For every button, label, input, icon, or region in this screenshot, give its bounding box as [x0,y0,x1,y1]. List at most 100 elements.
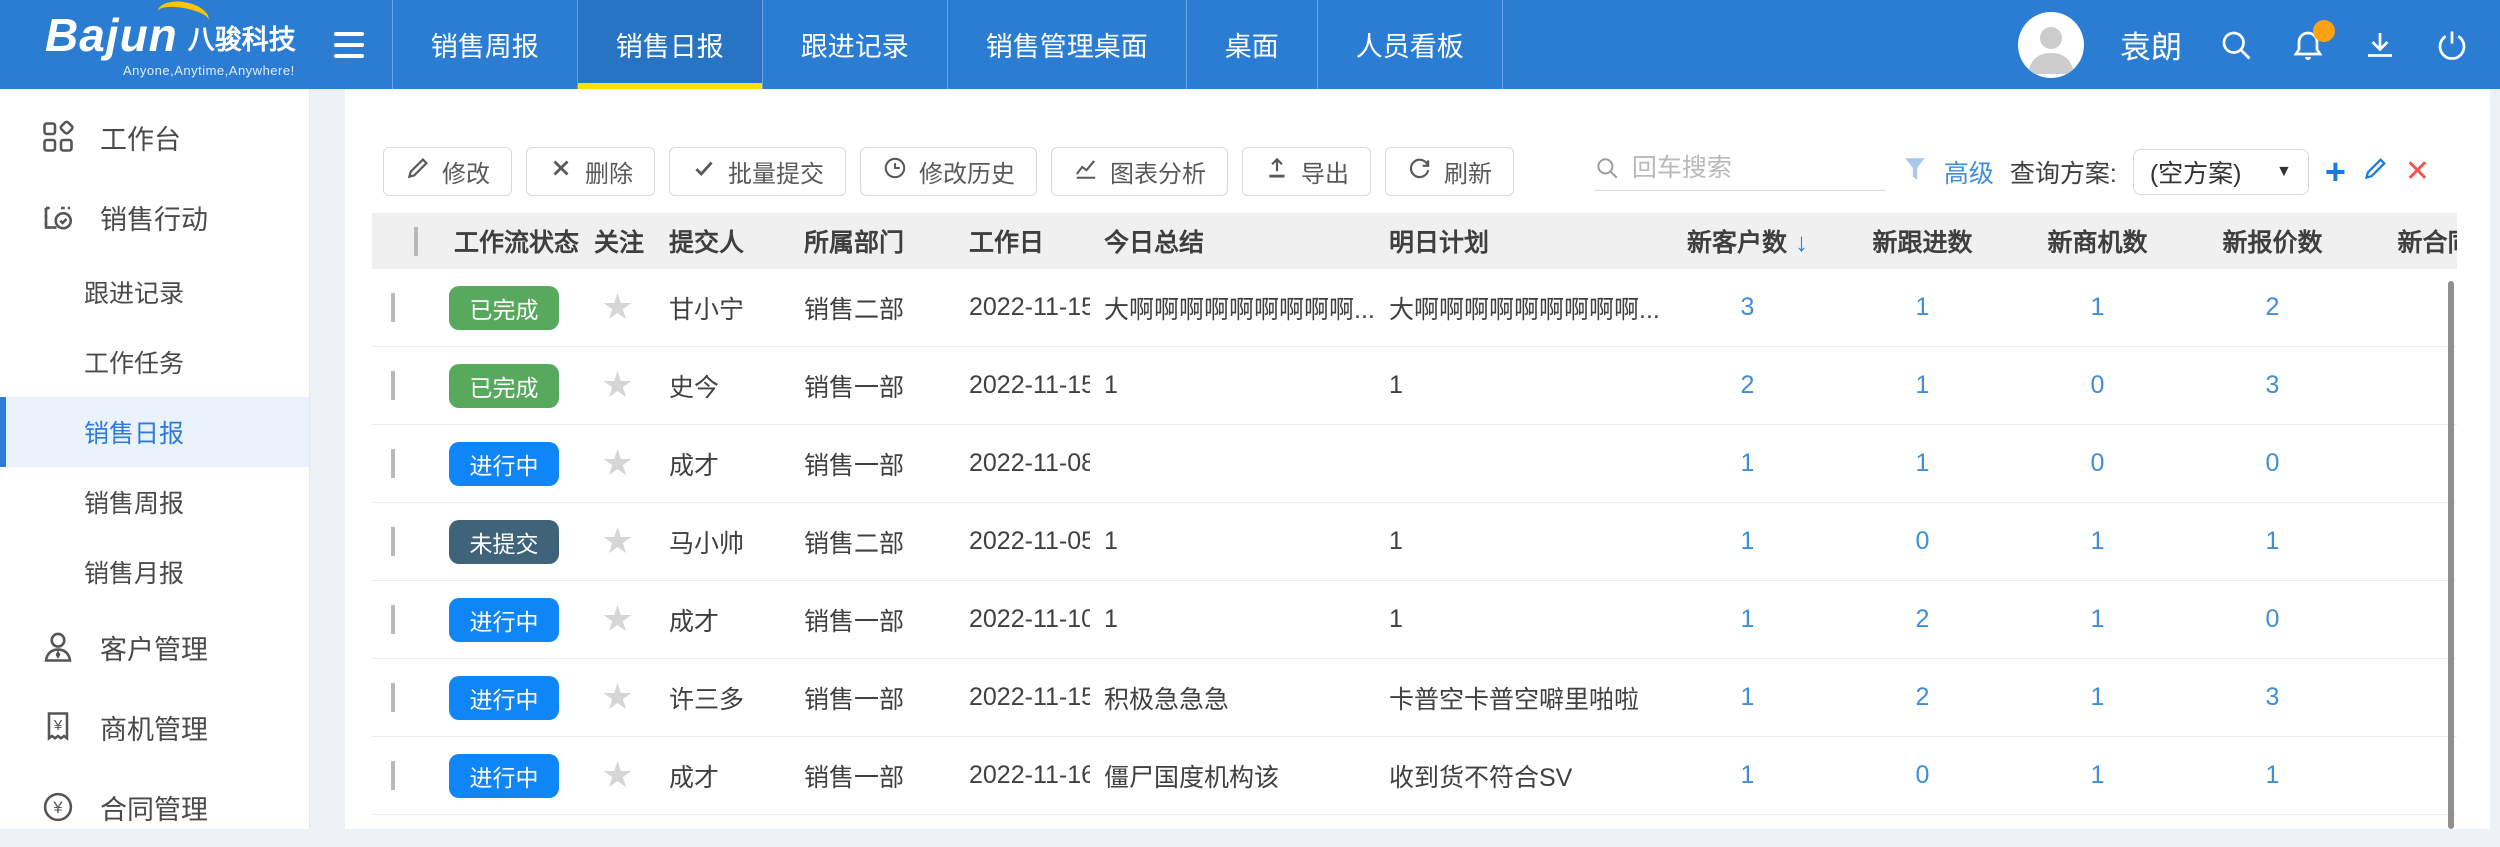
sidebar-item[interactable]: 销售日报 [0,397,309,467]
cell-value: 2022-11-08 [969,449,1090,477]
cell-value-link[interactable]: 1 [1916,449,1930,477]
top-tab-follow-records[interactable]: 跟进记录 [762,0,947,89]
row-checkbox[interactable] [391,449,395,478]
favorite-star-icon[interactable]: ★ [601,757,633,794]
cell-value-link[interactable]: 1 [2091,761,2105,789]
row-checkbox[interactable] [391,605,395,634]
top-tab-sales-daily[interactable]: 销售日报 [577,0,762,89]
cell-value-link[interactable]: 1 [1741,761,1755,789]
power-icon[interactable] [2434,27,2470,63]
cell-value-link[interactable]: 0 [2266,605,2280,633]
vertical-scrollbar[interactable] [2448,281,2454,829]
cell-value-link[interactable]: 1 [2091,605,2105,633]
avatar[interactable] [2018,12,2084,78]
export-button[interactable]: 导出 [1242,147,1371,196]
select-all-checkbox[interactable] [414,227,418,256]
col-header-label: 今日总结 [1104,229,1204,257]
cell-value-link[interactable]: 1 [2091,293,2105,321]
cell-value-link[interactable]: 1 [2266,527,2280,555]
table-row[interactable]: 进行中★成才销售一部2022-11-16僵尸国度机构该收到货不符合SV1011 [372,737,2457,815]
user-name[interactable]: 袁朗 [2120,22,2182,67]
favorite-star-icon[interactable]: ★ [601,601,633,638]
menu-toggle-icon[interactable] [334,32,364,58]
row-checkbox[interactable] [391,761,395,790]
delete-plan-icon[interactable]: ✕ [2405,157,2430,187]
cell-value-link[interactable]: 2 [1916,683,1930,711]
sidebar-item[interactable]: 销售周报 [0,467,309,537]
cell-value-link[interactable]: 1 [1741,683,1755,711]
advanced-search-link[interactable]: 高级 [1944,154,1994,190]
cell-value-link[interactable]: 0 [1916,761,1930,789]
sidebar-item[interactable]: ¥合同管理 [0,767,309,847]
cell-value-link[interactable]: 1 [2266,761,2280,789]
cell-value-link[interactable]: 1 [1741,527,1755,555]
cell-value-link[interactable]: 2 [1916,605,1930,633]
search-input[interactable] [1630,153,1886,184]
delete-button[interactable]: 删除 [526,147,655,196]
col-header-today_summary: 今日总结 [1090,223,1375,259]
cell-value-link[interactable]: 1 [1916,293,1930,321]
sidebar-item[interactable]: 工作台 [0,97,309,177]
favorite-star-icon[interactable]: ★ [601,289,633,326]
cell-tomorrow_plan: 1 [1375,527,1660,556]
sidebar-item[interactable]: 销售行动 [0,177,309,257]
edit-plan-icon[interactable] [2362,155,2389,188]
top-tab-desktop[interactable]: 桌面 [1186,0,1317,89]
sidebar-item[interactable]: 销售月报 [0,537,309,607]
notification-bell-icon[interactable] [2290,27,2326,63]
table-row[interactable]: 进行中★许三多销售一部2022-11-15积极急急急卡普空卡普空噼里啪啦1213 [372,659,2457,737]
edit-history-button[interactable]: 修改历史 [860,147,1037,196]
cell-value-link[interactable]: 3 [1741,293,1755,321]
table-row[interactable]: 进行中★成才销售一部2022-11-10111210 [372,581,2457,659]
cell-value-link[interactable]: 1 [1916,371,1930,399]
sidebar-item[interactable]: ¥商机管理 [0,687,309,767]
row-checkbox[interactable] [391,293,395,322]
sidebar-item[interactable]: 跟进记录 [0,257,309,327]
add-plan-icon[interactable]: + [2325,154,2346,190]
sidebar-item[interactable]: 客户管理 [0,607,309,687]
cell-value-link[interactable]: 0 [2091,371,2105,399]
search-icon[interactable] [2218,27,2254,63]
favorite-star-icon[interactable]: ★ [601,523,633,560]
sidebar-item[interactable]: 工作任务 [0,327,309,397]
table-row[interactable]: 进行中★成才销售一部2022-11-081100 [372,425,2457,503]
cell-value-link[interactable]: 0 [2091,449,2105,477]
top-tab-sales-mgmt-desktop[interactable]: 销售管理桌面 [947,0,1186,89]
top-tab-sales-weekly[interactable]: 销售周报 [392,0,577,89]
cell-value-link[interactable]: 1 [1741,449,1755,477]
sort-desc-icon[interactable]: ↓ [1795,227,1808,257]
table-row[interactable]: 已完成★甘小宁销售二部2022-11-15大啊啊啊啊啊啊啊啊啊...大啊啊啊啊啊… [372,269,2457,347]
cell-value-link[interactable]: 3 [2266,683,2280,711]
top-tab-staff-board[interactable]: 人员看板 [1317,0,1503,89]
refresh-button[interactable]: 刷新 [1385,147,1514,196]
cell-tomorrow_plan: 大啊啊啊啊啊啊啊啊啊... [1375,290,1660,326]
cell-value-link[interactable]: 1 [2091,683,2105,711]
favorite-star-icon[interactable]: ★ [601,445,633,482]
cell-value-link[interactable]: 0 [2266,449,2280,477]
batch-submit-button[interactable]: 批量提交 [669,147,846,196]
row-checkbox[interactable] [391,527,395,556]
row-checkbox[interactable] [391,683,395,712]
table-row[interactable]: 已完成★史今销售一部2022-11-15112103 [372,347,2457,425]
filter-funnel-icon[interactable] [1902,154,1928,189]
cell-tomorrow_plan: 收到货不符合SV [1375,758,1660,794]
cell-value-link[interactable]: 2 [2266,293,2280,321]
favorite-star-icon[interactable]: ★ [601,679,633,716]
download-icon[interactable] [2362,27,2398,63]
favorite-star-icon[interactable]: ★ [601,367,633,404]
cell-value-link[interactable]: 1 [1741,605,1755,633]
cell-value-link[interactable]: 3 [2266,371,2280,399]
chart-analysis-button[interactable]: 图表分析 [1051,147,1228,196]
cell-follow: ★ [580,445,655,482]
query-plan-select[interactable]: (空方案) ▼ [2133,149,2309,195]
cell-submitter: 成才 [655,758,790,794]
cell-value-link[interactable]: 0 [1916,527,1930,555]
cell-value-link[interactable]: 1 [2091,527,2105,555]
table-row[interactable]: 未提交★马小帅销售二部2022-11-05111011 [372,503,2457,581]
cell-value: 成才 [669,764,719,792]
edit-button[interactable]: 修改 [383,147,512,196]
cell-value-link[interactable]: 2 [1741,371,1755,399]
row-checkbox[interactable] [391,371,395,400]
cell-tomorrow_plan: 卡普空卡普空噼里啪啦 [1375,680,1660,716]
col-header-label: 新商机数 [2047,229,2147,257]
